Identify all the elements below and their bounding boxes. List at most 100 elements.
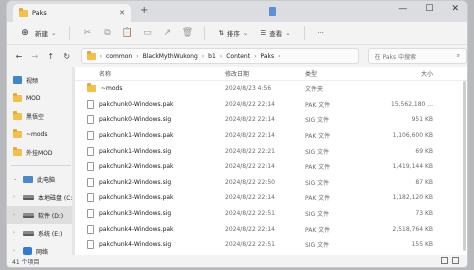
rename-icon[interactable]: ▭ bbox=[140, 26, 154, 40]
copy-icon[interactable]: ⧉ bbox=[100, 26, 114, 40]
file-size: 87 KB bbox=[415, 178, 433, 186]
view-button[interactable]: ☰ 查看 ⌄ bbox=[257, 26, 293, 40]
list-item[interactable]: pakchunk3-Windows.pak 2024/8/22 22:14 PA… bbox=[75, 190, 467, 206]
file-name: pakchunk1-Windows.sig bbox=[99, 147, 172, 155]
chevron-down-icon: ⌄ bbox=[242, 29, 249, 37]
file-date: 2024/8/22 22:50 bbox=[225, 178, 275, 186]
file-type: PAK 文件 bbox=[305, 101, 331, 109]
sidebar-item-drive-c[interactable]: › 本地磁盘 (C:) bbox=[7, 188, 75, 206]
item-count: 41 个项目 bbox=[12, 258, 40, 266]
breadcrumb-common[interactable]: common bbox=[106, 53, 132, 60]
sort-button[interactable]: ⇅ 排序 ⌄ bbox=[215, 26, 251, 40]
chevron-right-icon: › bbox=[254, 52, 257, 60]
drive-icon bbox=[23, 194, 34, 200]
file-size: 155 KB bbox=[411, 241, 433, 249]
command-bar: ⊕ 新建 ⌄ ✂ ⧉ 📋 ▭ ↗ 🗑 ⇅ 排序 ⌄ ☰ 查看 ⌄ ··· bbox=[7, 22, 467, 45]
sidebar-item-this-pc[interactable]: ⌄ 此电脑 bbox=[7, 170, 75, 188]
list-item[interactable]: pakchunk0-Windows.sig 2024/8/22 22:14 SI… bbox=[75, 112, 467, 128]
folder-icon bbox=[13, 92, 22, 102]
file-date: 2024/8/22 22:14 bbox=[225, 225, 275, 233]
tiles-view-icon[interactable] bbox=[452, 257, 459, 264]
chevron-right-icon[interactable]: › bbox=[13, 248, 19, 254]
chevron-right-icon: › bbox=[136, 52, 139, 60]
share-icon[interactable]: ↗ bbox=[160, 26, 174, 40]
folder-icon bbox=[86, 50, 96, 60]
sidebar-item-video[interactable]: 视频 bbox=[7, 71, 75, 89]
tab-title: Paks bbox=[32, 9, 47, 17]
chevron-right-icon[interactable]: › bbox=[13, 194, 19, 200]
toolbar-divider bbox=[69, 26, 71, 40]
file-name: ~mods bbox=[101, 85, 123, 93]
close-window-button[interactable]: ✕ bbox=[451, 4, 459, 14]
more-button[interactable]: ··· bbox=[315, 27, 327, 39]
breadcrumb-b1[interactable]: b1 bbox=[208, 53, 216, 60]
list-item[interactable]: ~mods 2024/8/23 4:56 文件夹 bbox=[75, 81, 467, 97]
new-button[interactable]: ⊕ 新建 ⌄ bbox=[15, 24, 59, 42]
list-item[interactable]: pakchunk0-Windows.pak 2024/8/22 22:14 PA… bbox=[75, 97, 467, 113]
up-icon[interactable]: ↑ bbox=[45, 52, 57, 61]
cut-icon[interactable]: ✂ bbox=[80, 26, 94, 40]
list-item[interactable]: pakchunk3-Windows.sig 2024/8/22 22:51 SI… bbox=[75, 206, 467, 222]
list-item[interactable]: pakchunk4-Windows.pak 2024/8/22 22:14 PA… bbox=[75, 221, 467, 237]
sidebar-item-label: 软件 (D:) bbox=[38, 212, 64, 220]
breadcrumb-paks[interactable]: Paks bbox=[261, 53, 275, 60]
drive-icon bbox=[23, 212, 34, 218]
chevron-down-icon: ⌄ bbox=[285, 29, 291, 37]
sidebar-item-drive-e[interactable]: › 系统 (E:) bbox=[7, 224, 75, 242]
chevron-down-icon: ⌄ bbox=[51, 29, 57, 37]
details-view-icon[interactable] bbox=[441, 257, 448, 264]
minimize-button[interactable]: — bbox=[398, 4, 407, 14]
toolbar-divider bbox=[303, 26, 305, 40]
file-name: pakchunk0-Windows.pak bbox=[99, 100, 174, 108]
close-tab-icon[interactable]: ✕ bbox=[117, 9, 127, 17]
tab-paks[interactable]: Paks ✕ bbox=[13, 4, 131, 22]
file-date: 2024/8/22 22:51 bbox=[225, 210, 275, 218]
file-size: 1,182,120 KB bbox=[392, 194, 434, 202]
breadcrumb-blackmythwukong[interactable]: BlackMythWukong bbox=[143, 53, 198, 60]
back-icon[interactable]: ← bbox=[13, 52, 25, 61]
list-item[interactable]: pakchunk2-Windows.pak 2024/8/22 22:14 PA… bbox=[75, 159, 467, 175]
view-button-label: 查看 bbox=[269, 30, 283, 38]
chevron-right-icon[interactable]: › bbox=[13, 230, 19, 236]
column-header-date[interactable]: 修改日期 bbox=[225, 69, 305, 78]
refresh-icon[interactable]: ↻ bbox=[61, 52, 73, 61]
column-header-size[interactable]: 大小 bbox=[371, 69, 433, 78]
forward-icon[interactable]: → bbox=[29, 52, 41, 61]
new-tab-button[interactable]: + bbox=[140, 5, 148, 16]
sidebar-item-label: 此电脑 bbox=[37, 176, 56, 184]
sidebar-item-mod[interactable]: MOD bbox=[7, 89, 75, 107]
chevron-right-icon[interactable]: › bbox=[13, 212, 19, 218]
file-size: 69 KB bbox=[415, 147, 433, 155]
file-date: 2024/8/22 22:21 bbox=[225, 147, 275, 155]
sidebar-item-heiwukong[interactable]: 黑悟空 bbox=[7, 107, 75, 125]
sidebar-item-label: 本地磁盘 (C:) bbox=[38, 194, 75, 202]
file-name: pakchunk4-Windows.sig bbox=[99, 241, 172, 249]
paste-icon[interactable]: 📋 bbox=[120, 26, 134, 40]
file-list-scrollbar[interactable] bbox=[463, 81, 466, 251]
file-type: SIG 文件 bbox=[305, 211, 330, 219]
maximize-button[interactable]: ☐ bbox=[425, 4, 433, 14]
chevron-down-icon[interactable]: ⌄ bbox=[13, 176, 19, 182]
search-placeholder: 在 Paks 中搜索 bbox=[374, 53, 417, 61]
breadcrumb-content[interactable]: Content bbox=[226, 53, 250, 60]
address-bar[interactable]: › common › BlackMythWukong › b1 › Conten… bbox=[80, 48, 359, 64]
sidebar-item-waiguamod[interactable]: 外挂MOD bbox=[7, 143, 75, 161]
list-item[interactable]: pakchunk2-Windows.sig 2024/8/22 22:50 SI… bbox=[75, 175, 467, 191]
drag-handle[interactable] bbox=[269, 7, 276, 16]
file-icon bbox=[87, 224, 94, 234]
column-header-name[interactable]: 名称 bbox=[75, 69, 225, 78]
sidebar-item-mods[interactable]: ~mods bbox=[7, 125, 75, 143]
search-input[interactable]: 在 Paks 中搜索 ⌕ bbox=[367, 48, 467, 64]
search-icon: ⌕ bbox=[456, 52, 460, 59]
plus-circle-icon: ⊕ bbox=[21, 28, 29, 38]
file-name: pakchunk2-Windows.pak bbox=[99, 163, 174, 171]
sidebar-item-label: 系统 (E:) bbox=[38, 230, 63, 238]
column-header-type[interactable]: 类型 bbox=[305, 69, 371, 78]
delete-icon[interactable]: 🗑 bbox=[180, 26, 194, 40]
chevron-right-icon: › bbox=[278, 52, 281, 60]
list-item[interactable]: pakchunk1-Windows.pak 2024/8/22 22:14 PA… bbox=[75, 128, 467, 144]
list-item[interactable]: pakchunk4-Windows.sig 2024/8/22 22:51 SI… bbox=[75, 237, 467, 253]
list-item[interactable]: pakchunk1-Windows.sig 2024/8/22 22:21 SI… bbox=[75, 143, 467, 159]
folder-icon bbox=[13, 110, 22, 120]
sidebar-item-drive-d[interactable]: › 软件 (D:) bbox=[7, 206, 75, 224]
